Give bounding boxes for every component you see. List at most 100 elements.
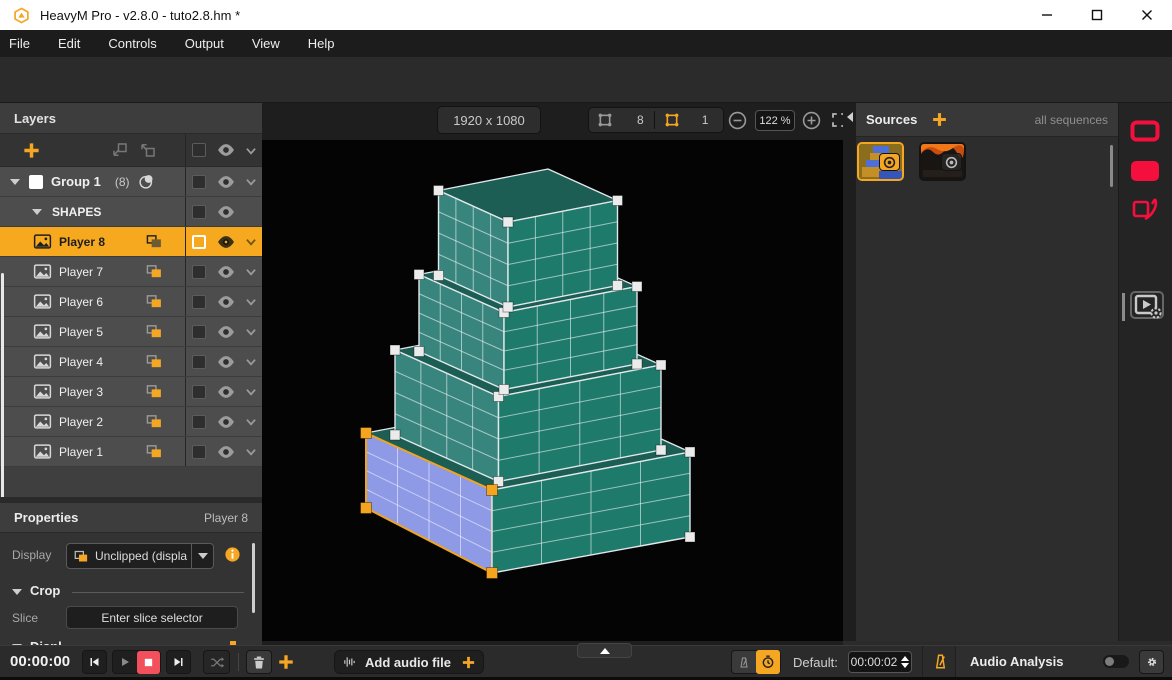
player-chevron-down-icon[interactable] (244, 295, 258, 309)
menu-help[interactable]: Help (294, 30, 349, 57)
vertex-handle[interactable] (390, 430, 400, 440)
output-settings-icon[interactable] (1129, 289, 1165, 321)
player-state-swatch[interactable] (192, 355, 206, 369)
info-icon[interactable] (224, 546, 241, 563)
player-chevron-down-icon[interactable] (244, 445, 258, 459)
vertex-handle[interactable] (414, 270, 424, 280)
menu-controls[interactable]: Controls (94, 30, 170, 57)
move-front-icon[interactable] (138, 141, 158, 159)
layer-row-player[interactable]: Player 8 (0, 227, 262, 257)
sources-scrollbar[interactable] (1110, 145, 1113, 187)
vertex-handle[interactable] (656, 445, 666, 455)
layer-row-player[interactable]: Player 7 (0, 257, 262, 287)
layer-row-player[interactable]: Player 2 (0, 407, 262, 437)
sphere-icon[interactable] (138, 173, 155, 190)
vertex-handle[interactable] (613, 281, 623, 291)
layered-squares-icon[interactable] (146, 264, 163, 279)
vertex-handle[interactable] (434, 271, 444, 281)
vertex-handle[interactable] (414, 347, 424, 357)
layered-squares-icon[interactable] (146, 414, 163, 429)
vertex-handle[interactable] (361, 428, 372, 439)
menu-view[interactable]: View (238, 30, 294, 57)
metronome-icon[interactable] (933, 652, 948, 671)
group-color-swatch[interactable] (29, 175, 43, 189)
layer-row-player[interactable]: Player 3 (0, 377, 262, 407)
player-eye-icon[interactable] (216, 294, 236, 310)
slice-selector-button[interactable]: Enter slice selector (66, 606, 238, 629)
vertex-handle[interactable] (656, 360, 666, 370)
layer-row-shapes[interactable]: SHAPES (0, 197, 262, 227)
maximize-button[interactable] (1072, 0, 1122, 30)
add-layer-icon[interactable] (22, 141, 41, 160)
player-chevron-down-icon[interactable] (244, 355, 258, 369)
master-color-swatch[interactable] (192, 143, 206, 157)
player-eye-icon[interactable] (216, 354, 236, 370)
stop-button[interactable] (137, 651, 161, 674)
mapping-canvas[interactable] (262, 140, 843, 641)
sources-filter[interactable]: all sequences (1035, 113, 1108, 127)
vertex-handle[interactable] (434, 186, 444, 196)
add-audio-file-button[interactable]: Add audio file (334, 650, 484, 674)
play-button[interactable] (113, 651, 137, 673)
vertex-handle[interactable] (613, 196, 623, 206)
player-eye-icon[interactable] (216, 234, 236, 250)
layer-row-player[interactable]: Player 4 (0, 347, 262, 377)
trash-icon[interactable] (246, 650, 272, 674)
close-button[interactable] (1122, 0, 1172, 30)
group-state-swatch[interactable] (192, 175, 206, 189)
add-sequence-icon[interactable] (277, 653, 295, 671)
minimize-button[interactable] (1022, 0, 1072, 30)
source-thumbnail-2[interactable] (919, 142, 966, 181)
player-chevron-down-icon[interactable] (244, 385, 258, 399)
player-eye-icon[interactable] (216, 444, 236, 460)
metronome-mode-button[interactable] (732, 651, 756, 673)
vertex-handle[interactable] (390, 345, 400, 355)
player-state-swatch[interactable] (192, 235, 206, 249)
player-chevron-down-icon[interactable] (244, 325, 258, 339)
master-chevron-down-icon[interactable] (244, 144, 258, 158)
shuffle-button[interactable] (203, 650, 230, 674)
skip-back-button[interactable] (82, 650, 107, 674)
vertex-handle[interactable] (632, 359, 642, 369)
shapes-eye-icon[interactable] (216, 204, 236, 220)
player-chevron-down-icon[interactable] (244, 265, 258, 279)
gear-icon[interactable] (1139, 650, 1164, 674)
vertex-handle[interactable] (487, 568, 498, 579)
zoom-in-icon[interactable] (802, 111, 821, 130)
vertex-handle[interactable] (361, 503, 372, 514)
skip-forward-button[interactable] (166, 650, 191, 674)
vertex-handle[interactable] (503, 217, 513, 227)
audio-analysis-toggle[interactable] (1103, 655, 1129, 668)
player-state-swatch[interactable] (192, 445, 206, 459)
vertex-handle[interactable] (503, 302, 513, 312)
layer-row-player[interactable]: Player 6 (0, 287, 262, 317)
player-state-swatch[interactable] (192, 415, 206, 429)
player-eye-icon[interactable] (216, 264, 236, 280)
player-state-swatch[interactable] (192, 265, 206, 279)
layered-squares-icon[interactable] (146, 444, 163, 459)
layer-row-player[interactable]: Player 1 (0, 437, 262, 467)
crop-expander[interactable] (12, 589, 22, 595)
collapse-left-icon[interactable] (846, 111, 854, 123)
stroke-icon[interactable] (1131, 197, 1159, 223)
vertex-handle[interactable] (685, 447, 695, 457)
vertex-handle[interactable] (632, 282, 642, 292)
layered-squares-icon[interactable] (146, 294, 163, 309)
border-icon[interactable] (1130, 120, 1160, 142)
menu-output[interactable]: Output (171, 30, 238, 57)
zoom-out-icon[interactable] (728, 111, 747, 130)
shapes-state-swatch[interactable] (192, 205, 206, 219)
zoom-level-field[interactable]: 122 % (755, 110, 795, 131)
menu-edit[interactable]: Edit (44, 30, 94, 57)
player-eye-icon[interactable] (216, 384, 236, 400)
player-eye-icon[interactable] (216, 414, 236, 430)
player-eye-icon[interactable] (216, 324, 236, 340)
source-thumbnail-1[interactable] (857, 142, 904, 181)
player-chevron-down-icon[interactable] (244, 415, 258, 429)
add-source-icon[interactable] (931, 111, 948, 128)
player-state-swatch[interactable] (192, 385, 206, 399)
group-expander[interactable] (10, 179, 20, 185)
layered-squares-icon[interactable] (146, 384, 163, 399)
shapes-expander[interactable] (32, 209, 42, 215)
default-duration-field[interactable]: 00:00:02 (848, 651, 912, 673)
